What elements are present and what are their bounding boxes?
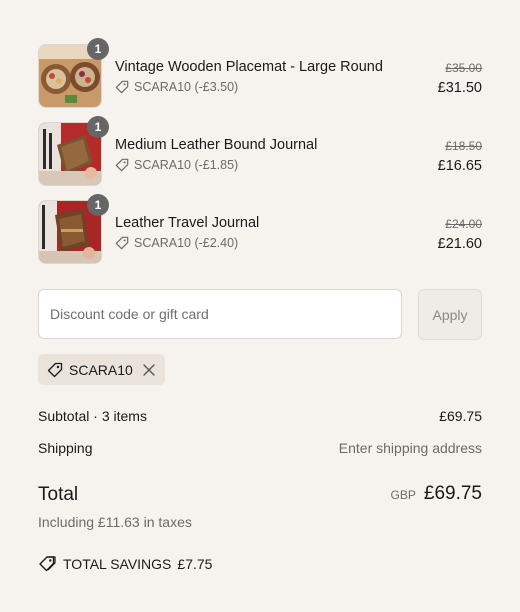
savings-amount: £7.75 (177, 556, 213, 572)
tag-icon (47, 362, 63, 377)
savings-tag-icon (39, 556, 56, 572)
original-price: £24.00 (445, 217, 482, 231)
quantity-badge: 1 (87, 38, 109, 60)
line-item-medium-journal: 1 Medium Leather Bound Journal SCARA10 (… (38, 116, 482, 186)
item-discount-label: SCARA10 (-£1.85) (134, 158, 239, 172)
final-price: £21.60 (437, 236, 482, 252)
product-thumbnail: 1 (38, 38, 109, 108)
shipping-label: Shipping (38, 440, 93, 456)
item-discount: SCARA10 (-£2.40) (115, 236, 238, 250)
item-name: Medium Leather Bound Journal (115, 137, 318, 153)
item-name: Vintage Wooden Placemat - Large Round (115, 59, 383, 75)
tag-icon (115, 236, 129, 250)
final-price: £31.50 (437, 80, 482, 96)
final-price: £16.65 (437, 158, 482, 174)
item-discount-label: SCARA10 (-£3.50) (134, 80, 239, 94)
applied-discount-chip: SCARA10 (38, 354, 165, 385)
shipping-value: Enter shipping address (338, 440, 482, 456)
applied-code-label: SCARA10 (69, 361, 133, 378)
item-discount: SCARA10 (-£3.50) (115, 80, 238, 94)
savings-label: TOTAL SAVINGS (63, 556, 172, 572)
original-price: £18.50 (445, 139, 482, 153)
item-discount: SCARA10 (-£1.85) (115, 158, 238, 172)
original-price: £35.00 (445, 61, 482, 75)
discount-code-input[interactable] (38, 289, 402, 339)
item-discount-label: SCARA10 (-£2.40) (134, 236, 239, 250)
total-amount-group: GBP £69.75 (391, 483, 482, 505)
taxes-note: Including £11.63 in taxes (38, 514, 192, 530)
tag-icon (115, 158, 129, 172)
product-thumbnail: 1 (38, 116, 109, 186)
close-icon[interactable] (142, 363, 156, 377)
quantity-badge: 1 (87, 194, 109, 216)
subtotal-value: £69.75 (439, 408, 482, 424)
line-item-travel-journal: 1 Leather Travel Journal SCARA10 (-£2.40… (38, 194, 482, 264)
tag-icon (115, 80, 129, 94)
line-item-placemat: 1 Vintage Wooden Placemat - Large Round … (38, 38, 482, 108)
quantity-badge: 1 (87, 116, 109, 138)
product-thumbnail: 1 (38, 194, 109, 264)
total-amount: £69.75 (423, 483, 482, 504)
total-savings: TOTAL SAVINGS £7.75 (38, 555, 212, 573)
apply-button[interactable]: Apply (418, 289, 482, 340)
item-name: Leather Travel Journal (115, 215, 260, 231)
total-label: Total (38, 484, 79, 505)
currency-code: GBP (390, 488, 416, 502)
subtotal-label: Subtotal · 3 items (38, 408, 147, 424)
